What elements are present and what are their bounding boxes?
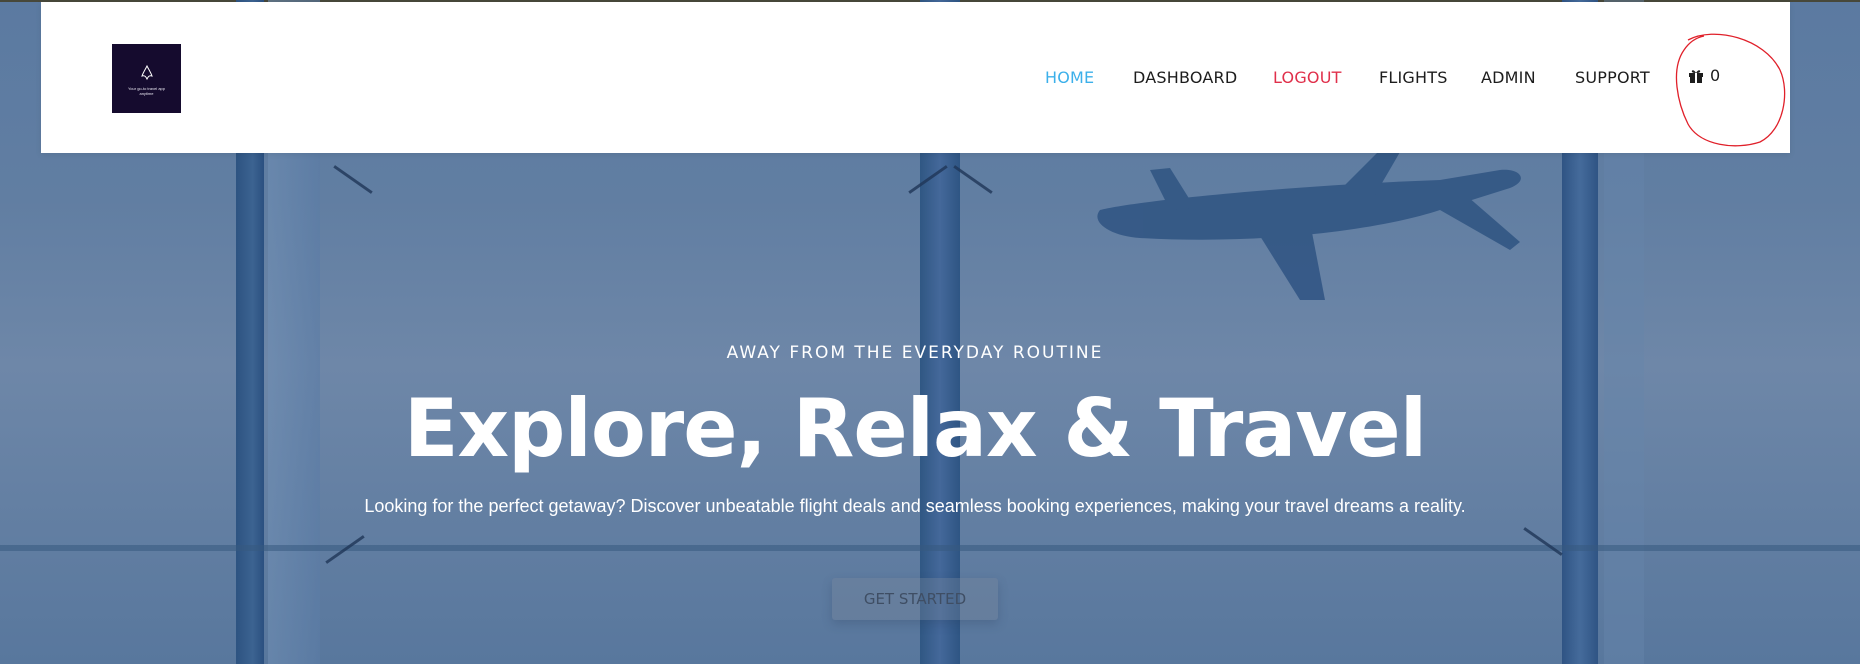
hero-subtitle: Looking for the perfect getaway? Discove…: [364, 496, 1466, 516]
hero-content: AWAY FROM THE EVERYDAY ROUTINE Explore, …: [0, 0, 1860, 664]
get-started-button[interactable]: GET STARTED: [832, 578, 998, 620]
hero-title: Explore, Relax & Travel: [403, 382, 1427, 475]
hero-eyebrow: AWAY FROM THE EVERYDAY ROUTINE: [726, 343, 1104, 363]
